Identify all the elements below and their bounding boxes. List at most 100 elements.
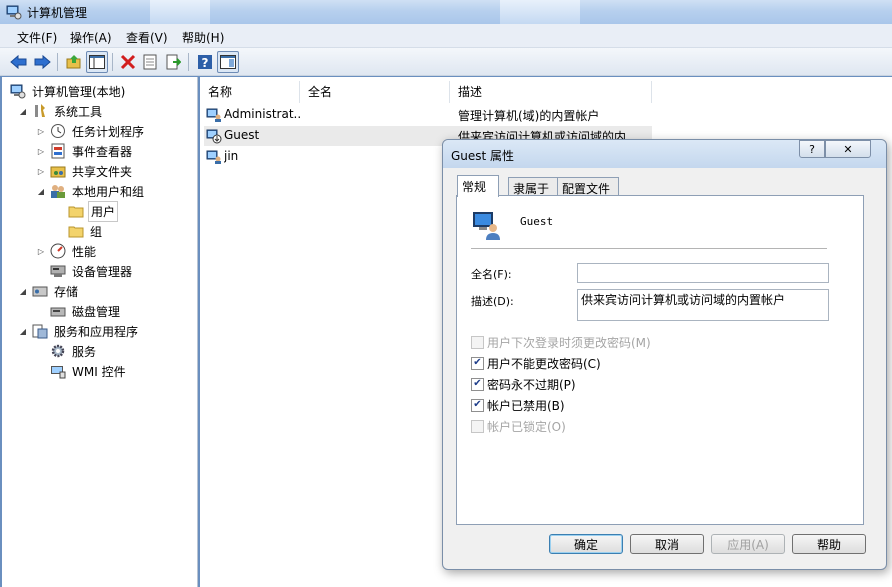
collapse-icon[interactable]: ◢ (18, 327, 28, 336)
tab-general[interactable]: 常规 (457, 175, 499, 197)
computer-management-icon (10, 84, 26, 99)
user-icon (206, 150, 221, 164)
forward-icon[interactable] (31, 51, 53, 73)
menu-view[interactable]: 查看(V) (126, 29, 168, 46)
tree-item-task-scheduler[interactable]: ▷ 任务计划程序 (36, 121, 146, 141)
dialog-title: Guest 属性 (451, 149, 515, 163)
apply-button[interactable]: 应用(A) (711, 534, 785, 554)
show-hide-tree-icon[interactable] (86, 51, 108, 73)
cell-name: jin (224, 149, 239, 163)
clock-icon (51, 124, 65, 138)
column-header-fullname[interactable]: 全名 (300, 81, 450, 103)
help-icon: ? (809, 142, 815, 156)
tree-item-local-users-groups[interactable]: ◢ 本地用户和组 (36, 181, 146, 201)
titlebar-glass (500, 0, 580, 24)
tab-member-of[interactable]: 隶属于 (508, 177, 558, 197)
cell-name: Administrat... (224, 107, 302, 121)
dialog-body: 常规 隶属于 配置文件 Guest 全名(F): 描述(D): 供来宾访问计算机… (449, 168, 880, 565)
cell-name: Guest (224, 128, 260, 142)
expand-icon[interactable]: ▷ (36, 247, 46, 256)
computer-management-icon (6, 5, 22, 20)
ok-button[interactable]: 确定 (549, 534, 623, 554)
users-groups-icon (51, 185, 65, 198)
tree-item-wmi-control[interactable]: WMI 控件 (50, 361, 128, 381)
action-pane-icon[interactable] (217, 51, 239, 73)
user-account-icon (473, 212, 500, 240)
tree-item-disk-management[interactable]: 磁盘管理 (50, 301, 122, 321)
delete-icon[interactable] (117, 51, 139, 73)
username-label: Guest (520, 215, 554, 228)
folder-icon (68, 226, 84, 238)
tree-item-shared-folders[interactable]: ▷ 共享文件夹 (36, 161, 134, 181)
checkmark-icon: ✔ (471, 377, 484, 391)
tree-item-storage[interactable]: ◢ 存储 (18, 281, 80, 301)
user-icon (206, 108, 221, 122)
password-never-expires-checkbox[interactable]: ✔ 密码永不过期(P) (471, 376, 576, 392)
expand-icon[interactable]: ▷ (36, 167, 46, 176)
export-icon[interactable] (162, 51, 184, 73)
dialog-close-button[interactable]: ✕ (825, 140, 871, 158)
svg-text:?: ? (202, 56, 209, 70)
account-disabled-checkbox[interactable]: ✔ 帐户已禁用(B) (471, 397, 565, 413)
user-disabled-icon (206, 129, 222, 144)
checkbox-box (471, 335, 484, 349)
console-tree: 计算机管理(本地) ◢ 系统工具 ▷ 任务计划程序 ▷ 事件查看器 ▷ 共享文件… (2, 77, 198, 587)
tree-item-event-viewer[interactable]: ▷ 事件查看器 (36, 141, 134, 161)
toolbar: ? (0, 48, 892, 76)
fullname-label: 全名(F): (471, 268, 512, 281)
tree-item-groups[interactable]: 组 (68, 221, 104, 241)
tab-profile[interactable]: 配置文件 (557, 177, 619, 197)
cannot-change-password-checkbox[interactable]: ✔ 用户不能更改密码(C) (471, 355, 601, 371)
column-header-description[interactable]: 描述 (450, 81, 652, 103)
device-manager-icon (50, 265, 66, 277)
back-icon[interactable] (8, 51, 30, 73)
cell-description: 管理计算机(域)的内置帐户 (458, 109, 600, 123)
fullname-field[interactable] (577, 263, 829, 283)
gear-icon (51, 344, 65, 358)
guest-properties-dialog: Guest 属性 ? ✕ 常规 隶属于 配置文件 Guest 全名(F): 描述… (442, 139, 887, 570)
tree-item-system-tools[interactable]: ◢ 系统工具 (18, 101, 104, 121)
column-header-name[interactable]: 名称 (200, 81, 300, 103)
description-label: 描述(D): (471, 295, 514, 308)
up-icon[interactable] (63, 51, 85, 73)
tree-item-services-applications[interactable]: ◢ 服务和应用程序 (18, 321, 140, 341)
menu-file[interactable]: 文件(F) (17, 29, 57, 46)
checkmark-icon: ✔ (471, 398, 484, 412)
menu-action[interactable]: 操作(A) (70, 29, 112, 46)
collapse-icon[interactable]: ◢ (18, 287, 28, 296)
tree-item-performance[interactable]: ▷ 性能 (36, 241, 98, 261)
description-field[interactable]: 供来宾访问计算机或访问域的内置帐户 (577, 289, 829, 321)
tools-icon (35, 104, 45, 117)
help-button[interactable]: 帮助 (792, 534, 866, 554)
tree-item-services[interactable]: 服务 (50, 341, 98, 361)
cancel-button[interactable]: 取消 (630, 534, 704, 554)
checkmark-icon: ✔ (471, 356, 484, 370)
close-icon: ✕ (843, 142, 853, 156)
collapse-icon[interactable]: ◢ (36, 187, 46, 196)
window-title: 计算机管理 (27, 6, 88, 20)
menu-help[interactable]: 帮助(H) (182, 29, 224, 46)
tab-panel-general: Guest 全名(F): 描述(D): 供来宾访问计算机或访问域的内置帐户 用户… (456, 195, 864, 525)
properties-icon[interactable] (139, 51, 161, 73)
expand-icon[interactable]: ▷ (36, 147, 46, 156)
help-icon[interactable]: ? (194, 51, 216, 73)
tree-item-computer-management[interactable]: 计算机管理(本地) (10, 81, 127, 101)
event-viewer-icon (51, 143, 65, 159)
collapse-icon[interactable]: ◢ (18, 107, 28, 116)
tree-item-device-manager[interactable]: 设备管理器 (50, 261, 134, 281)
account-locked-checkbox[interactable]: 帐户已锁定(O) (471, 418, 566, 434)
dialog-titlebar: Guest 属性 ? ✕ (443, 140, 886, 168)
checkbox-box (471, 419, 484, 433)
must-change-password-checkbox[interactable]: 用户下次登录时须更改密码(M) (471, 334, 651, 350)
separator (471, 248, 827, 249)
performance-icon (50, 243, 66, 259)
table-row[interactable]: Administrat... 管理计算机(域)的内置帐户 (204, 105, 652, 125)
dialog-help-button[interactable]: ? (799, 140, 825, 158)
menu-bar: 文件(F) 操作(A) 查看(V) 帮助(H) (0, 24, 892, 48)
wmi-icon (51, 366, 66, 379)
services-apps-icon (32, 324, 48, 339)
expand-icon[interactable]: ▷ (36, 127, 46, 136)
storage-icon (32, 286, 48, 297)
disk-icon (50, 307, 66, 317)
tree-item-users[interactable]: 用户 (68, 200, 119, 222)
